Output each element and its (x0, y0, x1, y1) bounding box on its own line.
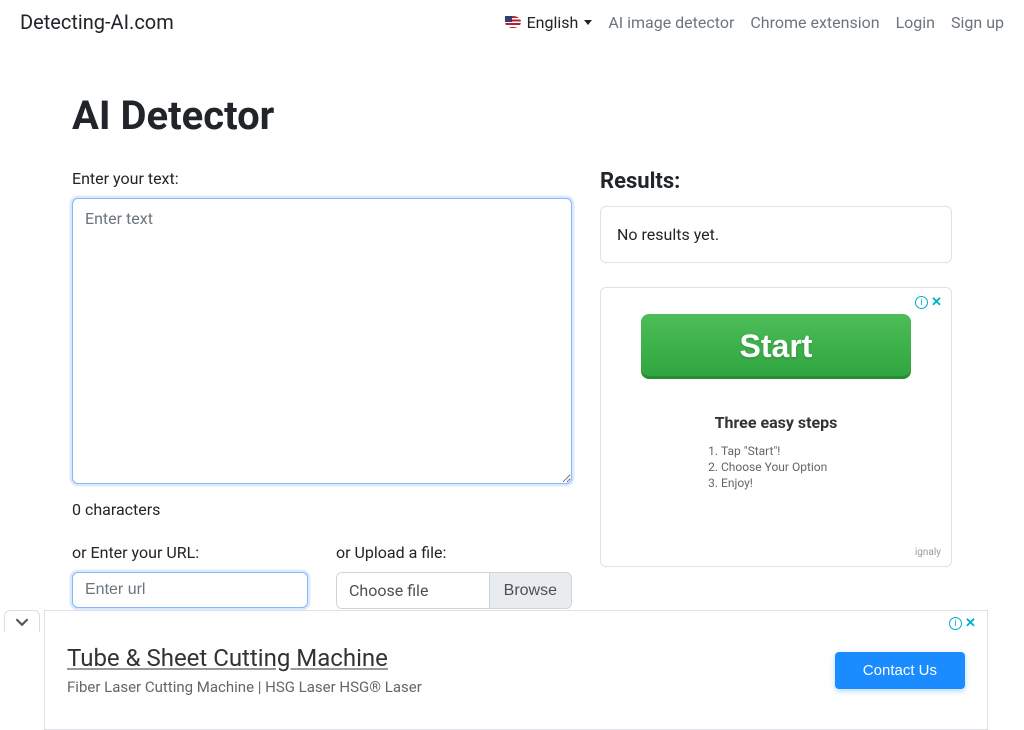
file-input-label: or Upload a file: (336, 543, 572, 562)
ad-brand-label: ignaly (915, 547, 941, 558)
url-input[interactable] (72, 572, 308, 608)
ad-subtitle: Three easy steps (611, 413, 941, 432)
file-choose-label: Choose file (337, 573, 489, 608)
flag-us-icon (505, 16, 521, 28)
chevron-down-icon (15, 615, 29, 629)
ad-step: Enjoy! (721, 476, 941, 490)
results-column: Results: No results yet. i ✕ Start Three… (600, 169, 952, 609)
browse-button[interactable]: Browse (489, 573, 571, 608)
file-input-group[interactable]: Choose file Browse (336, 572, 572, 609)
main-container: AI Detector Enter your text: 0 character… (0, 92, 1024, 609)
ad-step: Tap "Start"! (721, 444, 941, 458)
language-label: English (527, 13, 579, 32)
url-input-label: or Enter your URL: (72, 543, 308, 562)
caret-down-icon (584, 20, 592, 25)
bottom-ad-title[interactable]: Tube & Sheet Cutting Machine (67, 644, 835, 672)
results-title: Results: (600, 169, 952, 194)
bottom-ad: i ✕ Tube & Sheet Cutting Machine Fiber L… (44, 610, 988, 730)
navbar: Detecting-AI.com English AI image detect… (0, 0, 1024, 44)
text-input[interactable] (72, 198, 572, 484)
ad-info-icon[interactable]: i (915, 296, 928, 309)
collapse-ad-button[interactable] (4, 610, 40, 632)
ad-step: Choose Your Option (721, 460, 941, 474)
bottom-bar: i ✕ Tube & Sheet Cutting Machine Fiber L… (0, 610, 1024, 730)
nav-login[interactable]: Login (896, 13, 935, 32)
nav-chrome-extension[interactable]: Chrome extension (750, 13, 879, 32)
ad-start-button[interactable]: Start (641, 314, 911, 379)
nav-ai-image-detector[interactable]: AI image detector (608, 13, 734, 32)
results-box: No results yet. (600, 206, 952, 263)
nav-signup[interactable]: Sign up (951, 13, 1004, 32)
brand-link[interactable]: Detecting-AI.com (20, 10, 174, 34)
character-count: 0 characters (72, 500, 572, 519)
sidebar-ad: i ✕ Start Three easy steps Tap "Start"! … (600, 287, 952, 567)
language-selector[interactable]: English (505, 13, 593, 32)
input-column: Enter your text: 0 characters or Enter y… (72, 169, 572, 609)
text-input-label: Enter your text: (72, 169, 572, 188)
ad-close-icon[interactable]: ✕ (964, 617, 977, 630)
bottom-ad-subtitle: Fiber Laser Cutting Machine | HSG Laser … (67, 678, 835, 696)
page-title: AI Detector (72, 92, 952, 139)
ad-close-icon[interactable]: ✕ (930, 296, 943, 309)
contact-us-button[interactable]: Contact Us (835, 652, 965, 689)
ad-info-icon[interactable]: i (949, 617, 962, 630)
nav-right: English AI image detector Chrome extensi… (505, 13, 1004, 32)
ad-steps-list: Tap "Start"! Choose Your Option Enjoy! (611, 444, 941, 490)
